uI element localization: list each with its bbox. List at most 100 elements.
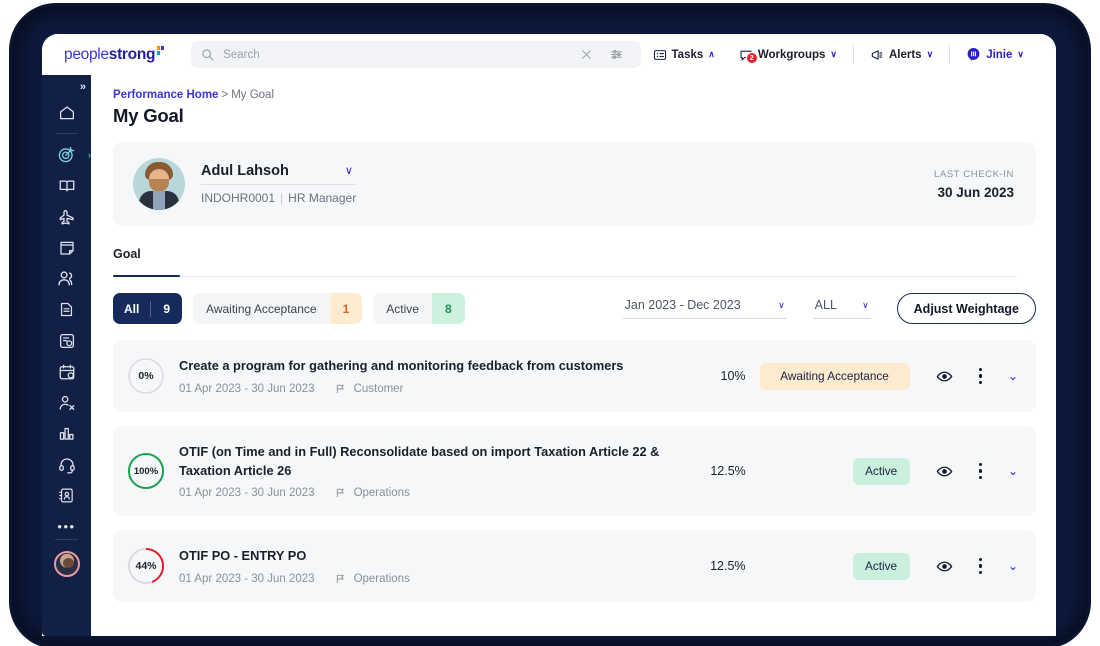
sidebar-item-separation[interactable] (53, 389, 80, 416)
eye-icon[interactable] (936, 463, 953, 480)
search-clear-icon[interactable] (578, 46, 595, 63)
search-filter-icon[interactable] (608, 46, 625, 63)
megaphone-icon (870, 48, 884, 62)
workgroups-badge: 2 (745, 51, 758, 64)
filter-chip-all[interactable]: All 9 (113, 293, 183, 324)
meta-separator: | (280, 191, 284, 205)
sidebar-items: › ••• (42, 75, 91, 577)
goal-title: OTIF (on Time and in Full) Reconsolidate… (179, 443, 660, 478)
peoplestrong-logo[interactable]: peoplestrong (64, 45, 165, 64)
sidebar-item-notes[interactable] (53, 234, 80, 261)
top-nav: Tasks ∧ 2 Workgroups ∨ Alerts ∨ Jinie ∨ (641, 34, 1036, 75)
sidebar-expand-button[interactable]: » (80, 81, 86, 93)
sidebar-item-file-settings[interactable] (53, 327, 80, 354)
profile-name-row[interactable]: Adul Lahsoh ∨ (201, 163, 357, 185)
nav-label-jinie: Jinie (986, 48, 1013, 61)
filter-chip-active-label: Active (386, 301, 419, 316)
goal-title: Create a program for gathering and monit… (179, 358, 624, 374)
chevron-down-icon[interactable]: ⌄ (1008, 560, 1018, 572)
breadcrumb-separator: > (221, 89, 229, 101)
kebab-menu-icon[interactable] (978, 462, 982, 480)
goal-actions: ⌄ (936, 557, 1018, 575)
goal-row[interactable]: 0% Create a program for gathering and mo… (113, 340, 1036, 412)
profile-avatar[interactable] (133, 158, 185, 210)
status-badge: Active (852, 457, 910, 485)
goal-meta: 01 Apr 2023 - 30 Jun 2023 Operations (179, 487, 684, 499)
filter-chip-awaiting[interactable]: Awaiting Acceptance 1 (193, 293, 363, 324)
sidebar-item-helpdesk[interactable] (53, 451, 80, 478)
filter-chip-awaiting-count: 1 (329, 293, 363, 324)
progress-ring: 44% (127, 547, 165, 585)
profile-details: Adul Lahsoh ∨ INDOHR0001 | HR Manager (201, 163, 357, 205)
status-filter-select[interactable]: ALL ∨ (812, 298, 871, 319)
main-content: Performance Home > My Goal My Goal Adul La… (91, 75, 1056, 636)
sidebar-divider (55, 539, 78, 540)
eye-icon[interactable] (936, 368, 953, 385)
chevron-down-icon[interactable]: ∨ (345, 165, 353, 177)
goal-actions: ⌄ (936, 367, 1018, 385)
kebab-menu-icon[interactable] (978, 557, 982, 575)
breadcrumb-current: My Goal (231, 89, 275, 101)
adjust-weightage-button[interactable]: Adjust Weightage (896, 293, 1036, 324)
filter-chip-active-count: 8 (431, 293, 465, 324)
tab-goal[interactable]: Goal (113, 247, 141, 270)
sidebar-item-calendar[interactable] (53, 358, 80, 385)
status-badge: Active (852, 552, 910, 580)
sidebar-item-directory[interactable] (53, 482, 80, 509)
progress-value: 0% (130, 360, 162, 392)
sidebar-item-analytics[interactable] (53, 420, 80, 447)
sidebar-item-travel[interactable] (53, 203, 80, 230)
status-badge: Awaiting Acceptance (759, 362, 910, 390)
flag-icon (335, 487, 346, 499)
search-input[interactable] (223, 48, 604, 61)
goal-text: OTIF PO - ENTRY PO 01 Apr 2023 - 30 Jun … (179, 547, 410, 585)
date-range-select[interactable]: Jan 2023 - Dec 2023 ∨ (622, 298, 787, 319)
chevron-down-icon[interactable]: ⌄ (1008, 465, 1018, 477)
goal-dates: 01 Apr 2023 - 30 Jun 2023 (179, 382, 315, 395)
filter-chip-active[interactable]: Active 8 (373, 293, 465, 324)
goal-weight: 12.5% (710, 559, 746, 573)
last-checkin: LAST CHECK-IN 30 Jun 2023 (934, 169, 1014, 200)
breadcrumb: Performance Home > My Goal (113, 89, 1036, 101)
status-filter-value: ALL (814, 298, 837, 312)
nav-item-jinie[interactable]: Jinie ∨ (954, 47, 1036, 62)
sidebar-item-people[interactable] (53, 265, 80, 292)
tab-underline (113, 276, 1017, 277)
chevron-down-icon: ∨ (778, 299, 785, 310)
goal-row[interactable]: 100% OTIF (on Time and in Full) Reconsol… (113, 426, 1036, 516)
nav-item-tasks[interactable]: Tasks ∧ (641, 48, 727, 62)
chevron-down-icon[interactable]: ⌄ (1008, 370, 1018, 382)
goal-row[interactable]: 44% OTIF PO - ENTRY PO 01 Apr 2023 - 30 … (113, 530, 1036, 602)
logo-spark-icon (157, 45, 165, 55)
progress-ring: 0% (127, 357, 165, 395)
chevron-up-icon: ∧ (708, 49, 715, 59)
goal-category: Operations (353, 487, 410, 500)
filter-bar: All 9 Awaiting Acceptance 1 Active 8 Jan… (113, 292, 1036, 325)
goal-actions: ⌄ (936, 462, 1018, 480)
goal-meta: 01 Apr 2023 - 30 Jun 2023 Customer (179, 383, 623, 395)
sidebar-more-button[interactable]: ••• (57, 519, 75, 534)
kebab-menu-icon[interactable] (978, 367, 982, 385)
nav-item-workgroups[interactable]: 2 Workgroups ∨ (727, 48, 849, 64)
search-box[interactable] (191, 41, 641, 68)
sidebar-item-goals[interactable]: › (53, 141, 91, 168)
sidebar: » › ••• (42, 75, 91, 636)
sidebar-avatar[interactable] (53, 551, 80, 577)
goal-list: 0% Create a program for gathering and mo… (113, 340, 1036, 602)
goal-weight: 10% (720, 369, 746, 383)
goal-category: Customer (353, 382, 404, 395)
date-range-value: Jan 2023 - Dec 2023 (624, 298, 741, 312)
goal-text: OTIF (on Time and in Full) Reconsolidate… (179, 443, 684, 499)
chevron-down-icon: ∨ (926, 49, 934, 59)
breadcrumb-parent[interactable]: Performance Home (113, 89, 218, 101)
progress-value: 100% (130, 455, 162, 487)
goal-weight: 12.5% (710, 464, 746, 478)
eye-icon[interactable] (936, 558, 953, 575)
nav-item-alerts[interactable]: Alerts ∨ (858, 48, 945, 62)
goal-dates: 01 Apr 2023 - 30 Jun 2023 (179, 572, 315, 585)
search-icon (201, 48, 214, 61)
sidebar-item-home[interactable] (53, 99, 80, 126)
sidebar-item-learning[interactable] (53, 172, 80, 199)
sidebar-item-documents[interactable] (53, 296, 80, 323)
profile-employee-id: INDOHR0001 (201, 191, 276, 205)
